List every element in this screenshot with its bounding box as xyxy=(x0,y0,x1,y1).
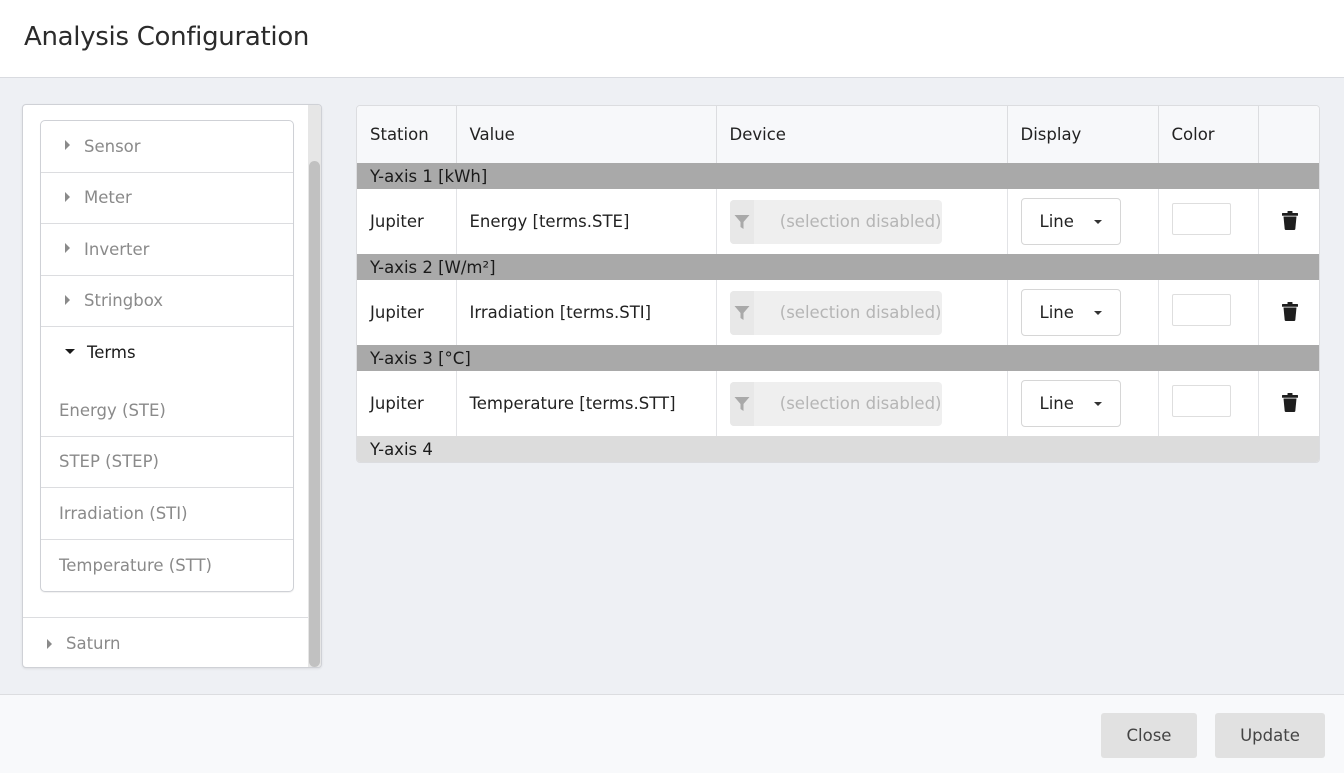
column-header-actions xyxy=(1258,106,1319,163)
dialog-title: Analysis Configuration xyxy=(24,22,310,52)
cell-device: (selection disabled) xyxy=(716,371,1008,436)
column-header-station: Station xyxy=(357,106,457,163)
tree-category-meter[interactable]: Meter xyxy=(41,173,293,224)
cell-device: (selection disabled) xyxy=(716,280,1008,345)
tree-category-label: Terms xyxy=(87,342,136,362)
cell-actions xyxy=(1258,280,1319,345)
display-type-select[interactable]: Line xyxy=(1020,289,1121,336)
trash-icon[interactable] xyxy=(1281,211,1298,234)
tree-leaf-irradiation[interactable]: Irradiation (STI) xyxy=(41,488,293,540)
caret-down-icon xyxy=(1093,310,1102,315)
device-selector: (selection disabled) xyxy=(729,199,942,244)
tree-category-terms[interactable]: Terms xyxy=(41,327,293,377)
tree-category-label: Sensor xyxy=(84,136,141,156)
display-type-value: Line xyxy=(1039,212,1074,231)
tree-leaf-step[interactable]: STEP (STEP) xyxy=(41,437,293,488)
cell-station: Jupiter xyxy=(357,371,457,436)
caret-down-icon xyxy=(65,349,75,354)
tree-scrollbar-thumb[interactable] xyxy=(309,161,320,667)
axis-label: Y-axis 4 xyxy=(357,436,1319,462)
tree-leaf-temperature[interactable]: Temperature (STT) xyxy=(41,540,293,592)
filter-icon xyxy=(729,199,754,244)
series-table: Station Value Device Display Color Y-axi… xyxy=(356,105,1320,463)
display-type-value: Line xyxy=(1039,303,1074,322)
tree-category-label: Meter xyxy=(84,188,132,208)
table-row: Jupiter Irradiation [terms.STI] (selecti… xyxy=(357,280,1319,345)
device-selector: (selection disabled) xyxy=(729,381,942,426)
axis-group-row: Y-axis 2 [W/m²] xyxy=(357,254,1319,280)
tree-station-saturn[interactable]: Saturn xyxy=(23,617,310,667)
column-header-color: Color xyxy=(1158,106,1259,163)
color-picker[interactable] xyxy=(1171,293,1231,326)
caret-right-icon xyxy=(65,243,70,254)
axis-group-row: Y-axis 1 [kWh] xyxy=(357,163,1319,189)
cell-device: (selection disabled) xyxy=(716,189,1008,254)
tree-category-stringbox[interactable]: Stringbox xyxy=(41,276,293,327)
table-row: Jupiter Energy [terms.STE] (selection di… xyxy=(357,189,1319,254)
column-header-value: Value xyxy=(456,106,717,163)
caret-right-icon xyxy=(65,294,70,305)
cell-actions xyxy=(1258,371,1319,436)
device-selector: (selection disabled) xyxy=(729,290,942,335)
device-disabled-text: (selection disabled) xyxy=(779,394,942,413)
tree-category-label: Stringbox xyxy=(84,291,164,311)
axis-group-row: Y-axis 3 [°C] xyxy=(357,345,1319,371)
tree-category-sensor[interactable]: Sensor xyxy=(41,121,293,173)
display-type-value: Line xyxy=(1039,394,1074,413)
display-type-select[interactable]: Line xyxy=(1020,198,1121,245)
trash-icon[interactable] xyxy=(1281,393,1298,416)
cell-display: Line xyxy=(1007,371,1159,436)
tree-station-label: Saturn xyxy=(66,634,121,653)
table-header-row: Station Value Device Display Color xyxy=(357,106,1319,163)
station-group-jupiter: Sensor Meter Inverter Stringbox Terms En… xyxy=(40,120,294,592)
device-disabled-text: (selection disabled) xyxy=(779,212,942,231)
caret-down-icon xyxy=(1093,219,1102,224)
display-type-select[interactable]: Line xyxy=(1020,380,1121,427)
cell-actions xyxy=(1258,189,1319,254)
axis-label: Y-axis 2 [W/m²] xyxy=(357,254,1319,280)
table-row: Jupiter Temperature [terms.STT] (selecti… xyxy=(357,371,1319,436)
cell-value: Temperature [terms.STT] xyxy=(456,371,717,436)
cell-station: Jupiter xyxy=(357,189,457,254)
close-button[interactable]: Close xyxy=(1101,713,1197,758)
cell-value: Irradiation [terms.STI] xyxy=(456,280,717,345)
caret-right-icon xyxy=(65,140,70,151)
cell-display: Line xyxy=(1007,189,1159,254)
device-disabled-text: (selection disabled) xyxy=(779,303,942,322)
data-tree-panel: Sensor Meter Inverter Stringbox Terms En… xyxy=(22,104,322,668)
dialog-footer: Close Update xyxy=(0,694,1344,773)
tree-category-label: Inverter xyxy=(84,239,150,259)
cell-value: Energy [terms.STE] xyxy=(456,189,717,254)
cell-color xyxy=(1158,189,1259,254)
axis-label: Y-axis 3 [°C] xyxy=(357,345,1319,371)
dialog-body: Sensor Meter Inverter Stringbox Terms En… xyxy=(0,79,1344,694)
update-button[interactable]: Update xyxy=(1215,713,1325,758)
tree-category-inverter[interactable]: Inverter xyxy=(41,224,293,276)
caret-down-icon xyxy=(1093,401,1102,406)
column-header-device: Device xyxy=(716,106,1008,163)
color-picker[interactable] xyxy=(1171,384,1231,417)
tree-leaf-energy[interactable]: Energy (STE) xyxy=(41,385,293,437)
caret-right-icon xyxy=(47,638,52,649)
filter-icon xyxy=(729,381,754,426)
cell-station: Jupiter xyxy=(357,280,457,345)
caret-right-icon xyxy=(65,191,70,202)
column-header-display: Display xyxy=(1007,106,1159,163)
color-picker[interactable] xyxy=(1171,202,1231,235)
axis-group-row: Y-axis 4 xyxy=(357,436,1319,462)
cell-display: Line xyxy=(1007,280,1159,345)
trash-icon[interactable] xyxy=(1281,302,1298,325)
cell-color xyxy=(1158,280,1259,345)
filter-icon xyxy=(729,290,754,335)
cell-color xyxy=(1158,371,1259,436)
tree-scrollbar-track[interactable] xyxy=(308,105,321,667)
axis-label: Y-axis 1 [kWh] xyxy=(357,163,1319,189)
dialog-header: Analysis Configuration xyxy=(0,0,1344,78)
